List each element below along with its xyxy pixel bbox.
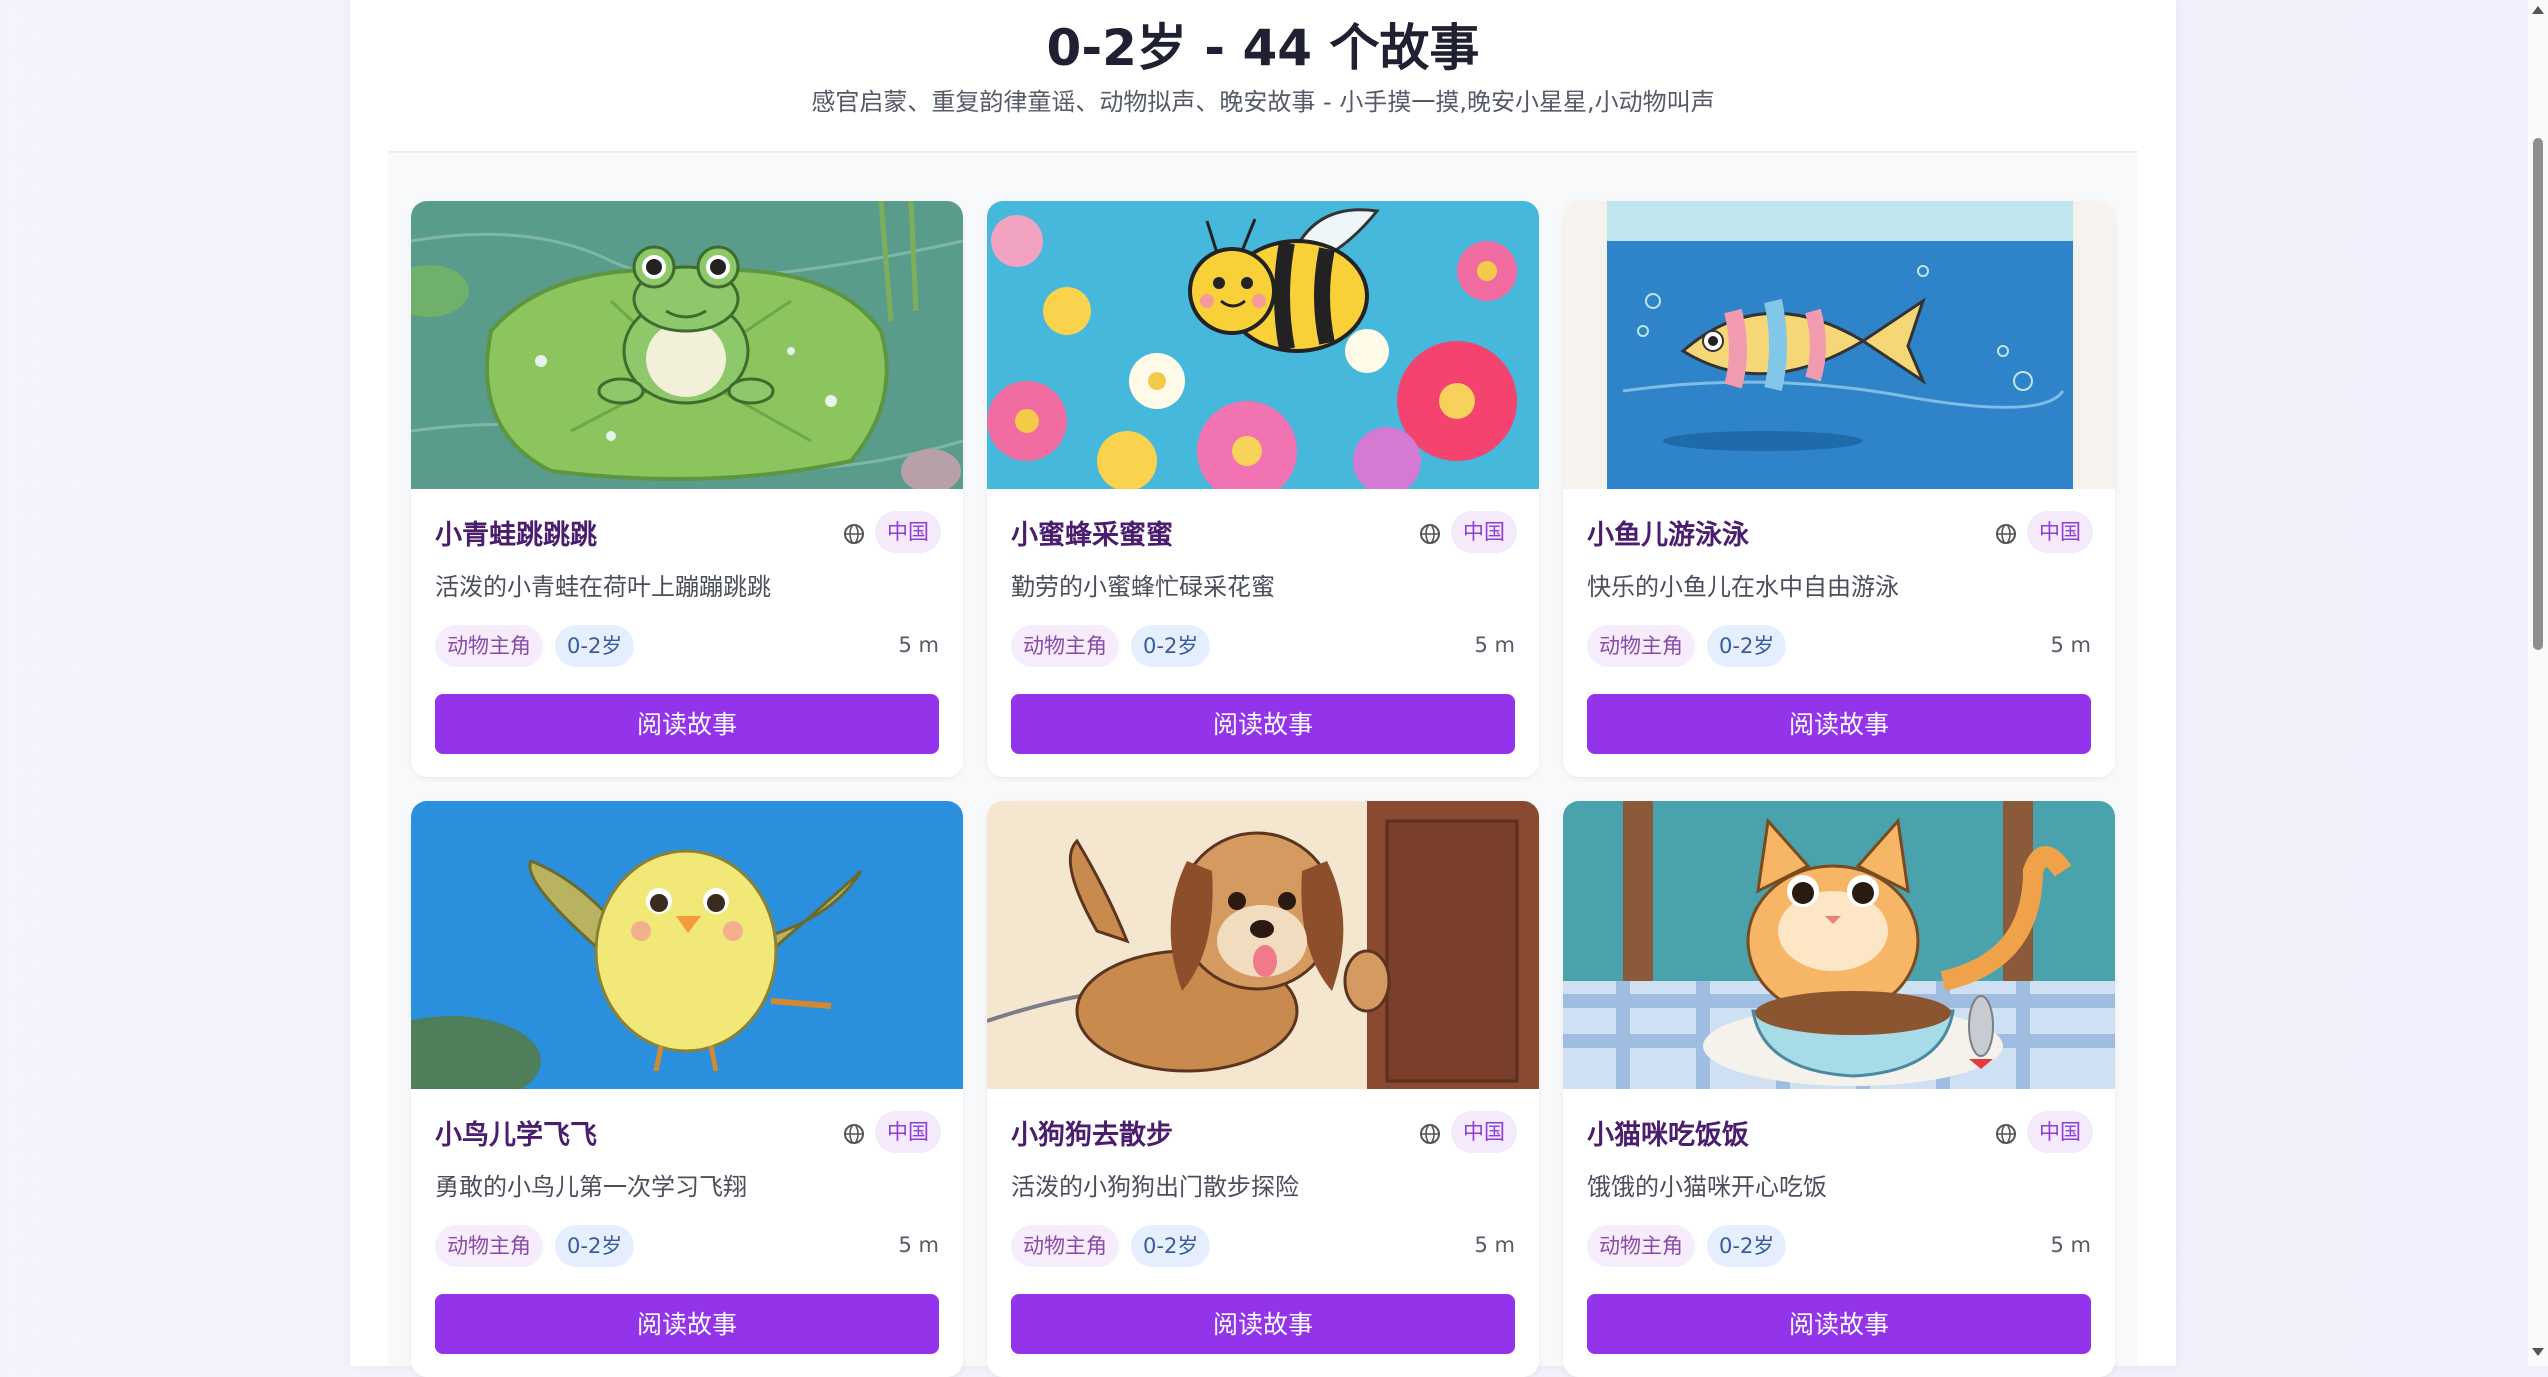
story-card[interactable]: 小青蛙跳跳跳 中国 活泼的小青蛙在荷叶上蹦蹦跳跳 动物主角 0-2岁 5 m 阅… [411, 201, 963, 777]
read-story-button[interactable]: 阅读故事 [1011, 694, 1515, 754]
region-badge: 中国 [2027, 1111, 2093, 1153]
region-badge: 中国 [875, 511, 941, 553]
story-description: 饿饿的小猫咪开心吃饭 [1587, 1173, 1827, 1201]
age-tag: 0-2岁 [1707, 625, 1787, 667]
story-title[interactable]: 小猫咪吃饭饭 [1587, 1113, 1749, 1152]
story-duration: 5 m [2050, 633, 2092, 657]
age-tag: 0-2岁 [555, 625, 635, 667]
globe-icon [844, 524, 864, 544]
age-tag: 0-2岁 [1131, 625, 1211, 667]
story-image-frog[interactable] [411, 201, 963, 489]
globe-icon [1420, 524, 1440, 544]
globe-icon [844, 1124, 864, 1144]
read-story-button[interactable]: 阅读故事 [1011, 1294, 1515, 1354]
story-image-fish[interactable] [1563, 201, 2115, 489]
story-card[interactable]: 小狗狗去散步 中国 活泼的小狗狗出门散步探险 动物主角 0-2岁 5 m 阅读故… [987, 801, 1539, 1377]
read-story-button[interactable]: 阅读故事 [1587, 694, 2091, 754]
story-image-puppy[interactable] [987, 801, 1539, 1089]
story-description: 快乐的小鱼儿在水中自由游泳 [1587, 573, 1899, 601]
story-title[interactable]: 小狗狗去散步 [1011, 1113, 1173, 1152]
story-duration: 5 m [1474, 1233, 1516, 1257]
read-story-button[interactable]: 阅读故事 [435, 1294, 939, 1354]
story-description: 活泼的小狗狗出门散步探险 [1011, 1173, 1299, 1201]
story-card[interactable]: 小猫咪吃饭饭 中国 饿饿的小猫咪开心吃饭 动物主角 0-2岁 5 m 阅读故事 [1563, 801, 2115, 1377]
story-duration: 5 m [898, 1233, 940, 1257]
vertical-scrollbar[interactable] [2528, 0, 2548, 1366]
scroll-down-arrow-icon[interactable] [2532, 1348, 2544, 1356]
theme-tag: 动物主角 [1011, 1225, 1119, 1267]
age-tag: 0-2岁 [555, 1225, 635, 1267]
page-header: 0-2岁 - 44 个故事 感官启蒙、重复韵律童谣、动物拟声、晚安故事 - 小手… [350, 0, 2176, 152]
scroll-up-arrow-icon[interactable] [2532, 6, 2544, 14]
story-title[interactable]: 小青蛙跳跳跳 [435, 513, 597, 552]
scrollbar-thumb[interactable] [2533, 138, 2543, 650]
region-badge: 中国 [875, 1111, 941, 1153]
story-duration: 5 m [1474, 633, 1516, 657]
story-image-chick[interactable] [411, 801, 963, 1089]
globe-icon [1996, 524, 2016, 544]
theme-tag: 动物主角 [435, 625, 543, 667]
globe-icon [1996, 1124, 2016, 1144]
story-image-kitten[interactable] [1563, 801, 2115, 1089]
page-subtitle: 感官启蒙、重复韵律童谣、动物拟声、晚安故事 - 小手摸一摸,晚安小星星,小动物叫… [811, 88, 1715, 116]
region-badge: 中国 [2027, 511, 2093, 553]
theme-tag: 动物主角 [1587, 1225, 1695, 1267]
story-image-bee[interactable] [987, 201, 1539, 489]
story-duration: 5 m [2050, 1233, 2092, 1257]
story-title[interactable]: 小鱼儿游泳泳 [1587, 513, 1749, 552]
page-title: 0-2岁 - 44 个故事 [1046, 19, 1480, 77]
main-panel: 0-2岁 - 44 个故事 感官启蒙、重复韵律童谣、动物拟声、晚安故事 - 小手… [350, 0, 2176, 1377]
story-title[interactable]: 小鸟儿学飞飞 [435, 1113, 597, 1152]
story-card[interactable]: 小蜜蜂采蜜蜜 中国 勤劳的小蜜蜂忙碌采花蜜 动物主角 0-2岁 5 m 阅读故事 [987, 201, 1539, 777]
region-badge: 中国 [1451, 511, 1517, 553]
age-tag: 0-2岁 [1131, 1225, 1211, 1267]
story-card[interactable]: 小鸟儿学飞飞 中国 勇敢的小鸟儿第一次学习飞翔 动物主角 0-2岁 5 m 阅读… [411, 801, 963, 1377]
story-grid: 小青蛙跳跳跳 中国 活泼的小青蛙在荷叶上蹦蹦跳跳 动物主角 0-2岁 5 m 阅… [388, 153, 2138, 1377]
theme-tag: 动物主角 [1587, 625, 1695, 667]
theme-tag: 动物主角 [435, 1225, 543, 1267]
region-badge: 中国 [1451, 1111, 1517, 1153]
story-description: 活泼的小青蛙在荷叶上蹦蹦跳跳 [435, 573, 771, 601]
story-duration: 5 m [898, 633, 940, 657]
story-description: 勇敢的小鸟儿第一次学习飞翔 [435, 1173, 747, 1201]
story-card[interactable]: 小鱼儿游泳泳 中国 快乐的小鱼儿在水中自由游泳 动物主角 0-2岁 5 m 阅读… [1563, 201, 2115, 777]
globe-icon [1420, 1124, 1440, 1144]
story-description: 勤劳的小蜜蜂忙碌采花蜜 [1011, 573, 1275, 601]
read-story-button[interactable]: 阅读故事 [435, 694, 939, 754]
read-story-button[interactable]: 阅读故事 [1587, 1294, 2091, 1354]
age-tag: 0-2岁 [1707, 1225, 1787, 1267]
story-title[interactable]: 小蜜蜂采蜜蜜 [1011, 513, 1173, 552]
theme-tag: 动物主角 [1011, 625, 1119, 667]
